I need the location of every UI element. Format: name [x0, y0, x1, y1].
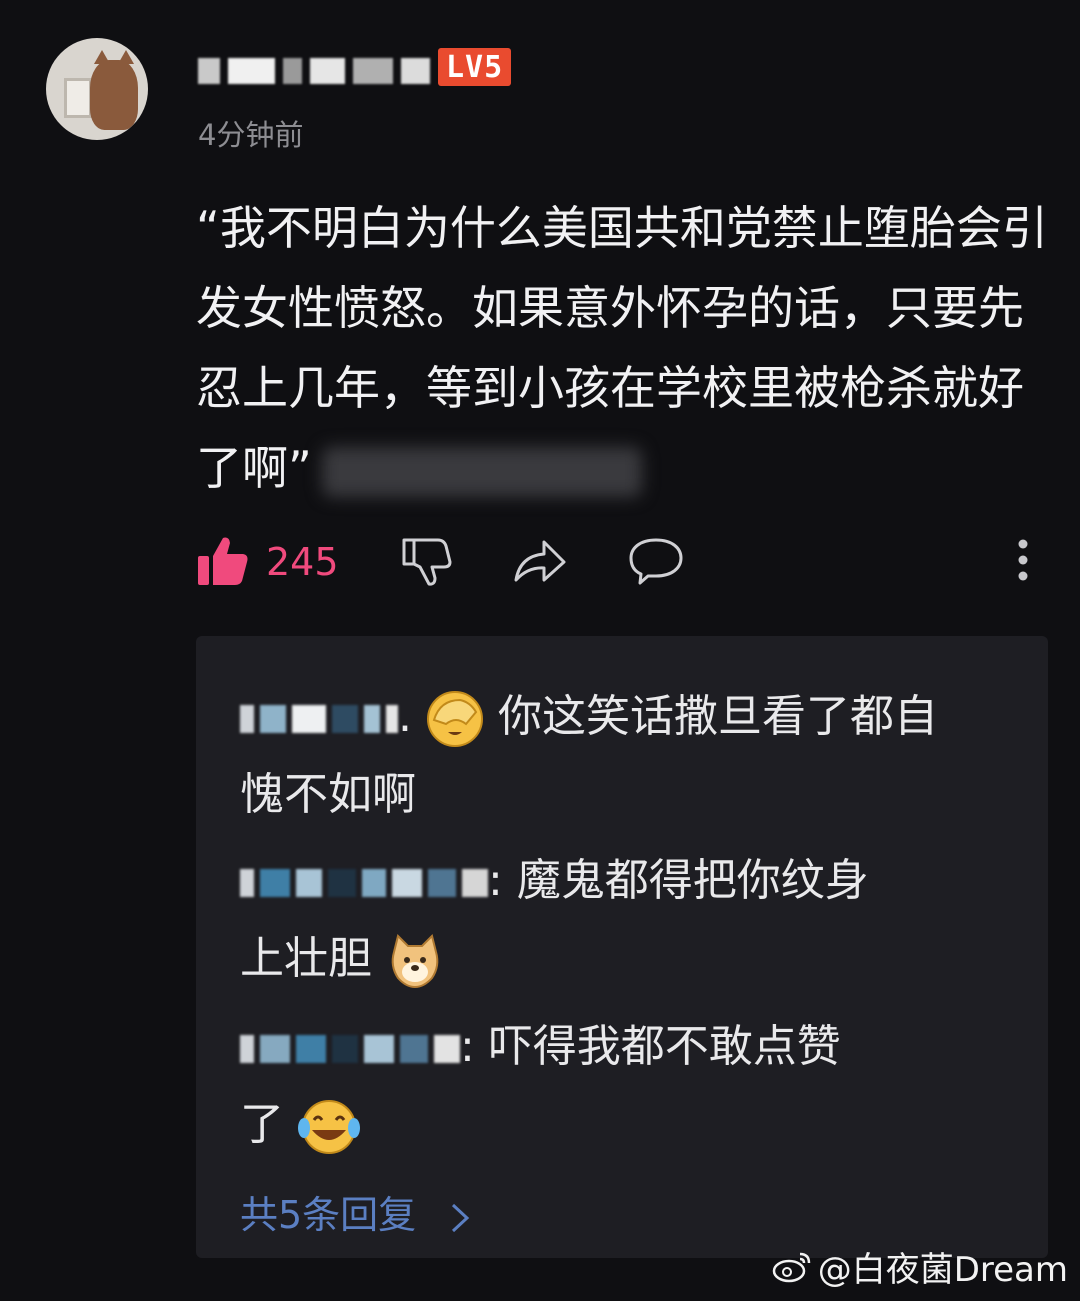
reply-separator: . — [398, 691, 412, 742]
reply-username-blurred[interactable] — [240, 1027, 460, 1071]
comment-actions: 245 — [196, 530, 1046, 594]
reply-text-continued: 上壮胆 — [240, 933, 372, 984]
reply-item[interactable]: : 吓得我都不敢点赞 了 — [240, 1008, 1000, 1164]
reply-text: 你这笑话撒旦看了都自 — [498, 691, 938, 742]
view-all-replies-label: 共5条回复 — [240, 1193, 417, 1237]
reply-username-blurred[interactable] — [240, 861, 488, 905]
like-count: 245 — [266, 540, 339, 584]
speech-bubble-icon — [629, 538, 683, 585]
blurred-mention — [321, 446, 642, 497]
avatar-background-frame — [64, 78, 92, 118]
reply-separator: : — [488, 855, 517, 906]
like-button[interactable] — [196, 534, 250, 592]
thumbs-up-icon — [198, 537, 248, 585]
comment-timestamp: 4分钟前 — [198, 118, 304, 152]
weibo-logo-icon — [772, 1252, 810, 1282]
avatar[interactable] — [46, 38, 148, 140]
avatar-cat-image — [90, 50, 138, 130]
share-button[interactable] — [512, 536, 568, 592]
view-all-replies-link[interactable]: 共5条回复 — [240, 1184, 472, 1239]
reply-text-continued: 了 — [240, 1099, 284, 1150]
vertical-dots-icon — [1018, 539, 1028, 581]
reply-button[interactable] — [628, 536, 684, 590]
reply-username-blurred[interactable] — [240, 697, 398, 741]
facepalm-emoji-icon — [426, 690, 484, 748]
reply-item[interactable]: : 魔鬼都得把你纹身 上壮胆 — [240, 842, 1000, 998]
reply-separator: : — [460, 1021, 489, 1072]
replies-panel: . 你这笑话撒旦看了都自 愧不如啊 : 魔鬼都得把你纹身 上壮胆: 吓得我都不… — [196, 636, 1048, 1258]
laugh-cry-emoji-icon — [298, 1098, 360, 1156]
thumbs-down-icon — [402, 538, 452, 586]
reply-item[interactable]: . 你这笑话撒旦看了都自 愧不如啊 — [240, 678, 1000, 834]
watermark-text: @白夜菌Dream — [817, 1250, 1068, 1290]
comment-body: “我不明白为什么美国共和党禁止堕胎会引发女性愤怒。如果意外怀孕的话，只要先忍上几… — [196, 188, 1056, 508]
doge-emoji-icon — [386, 932, 444, 990]
dislike-button[interactable] — [400, 534, 454, 592]
username-blurred[interactable] — [198, 52, 430, 90]
reply-text: 魔鬼都得把你纹身 — [516, 855, 869, 906]
reply-text-continued: 愧不如啊 — [240, 769, 416, 820]
level-badge: LV5 — [438, 48, 512, 86]
chevron-right-icon — [452, 1203, 470, 1232]
more-options-button[interactable] — [1016, 538, 1030, 590]
weibo-watermark: @白夜菌Dream — [772, 1242, 1068, 1291]
reply-text: 吓得我都不敢点赞 — [488, 1021, 841, 1072]
share-icon — [514, 540, 566, 582]
